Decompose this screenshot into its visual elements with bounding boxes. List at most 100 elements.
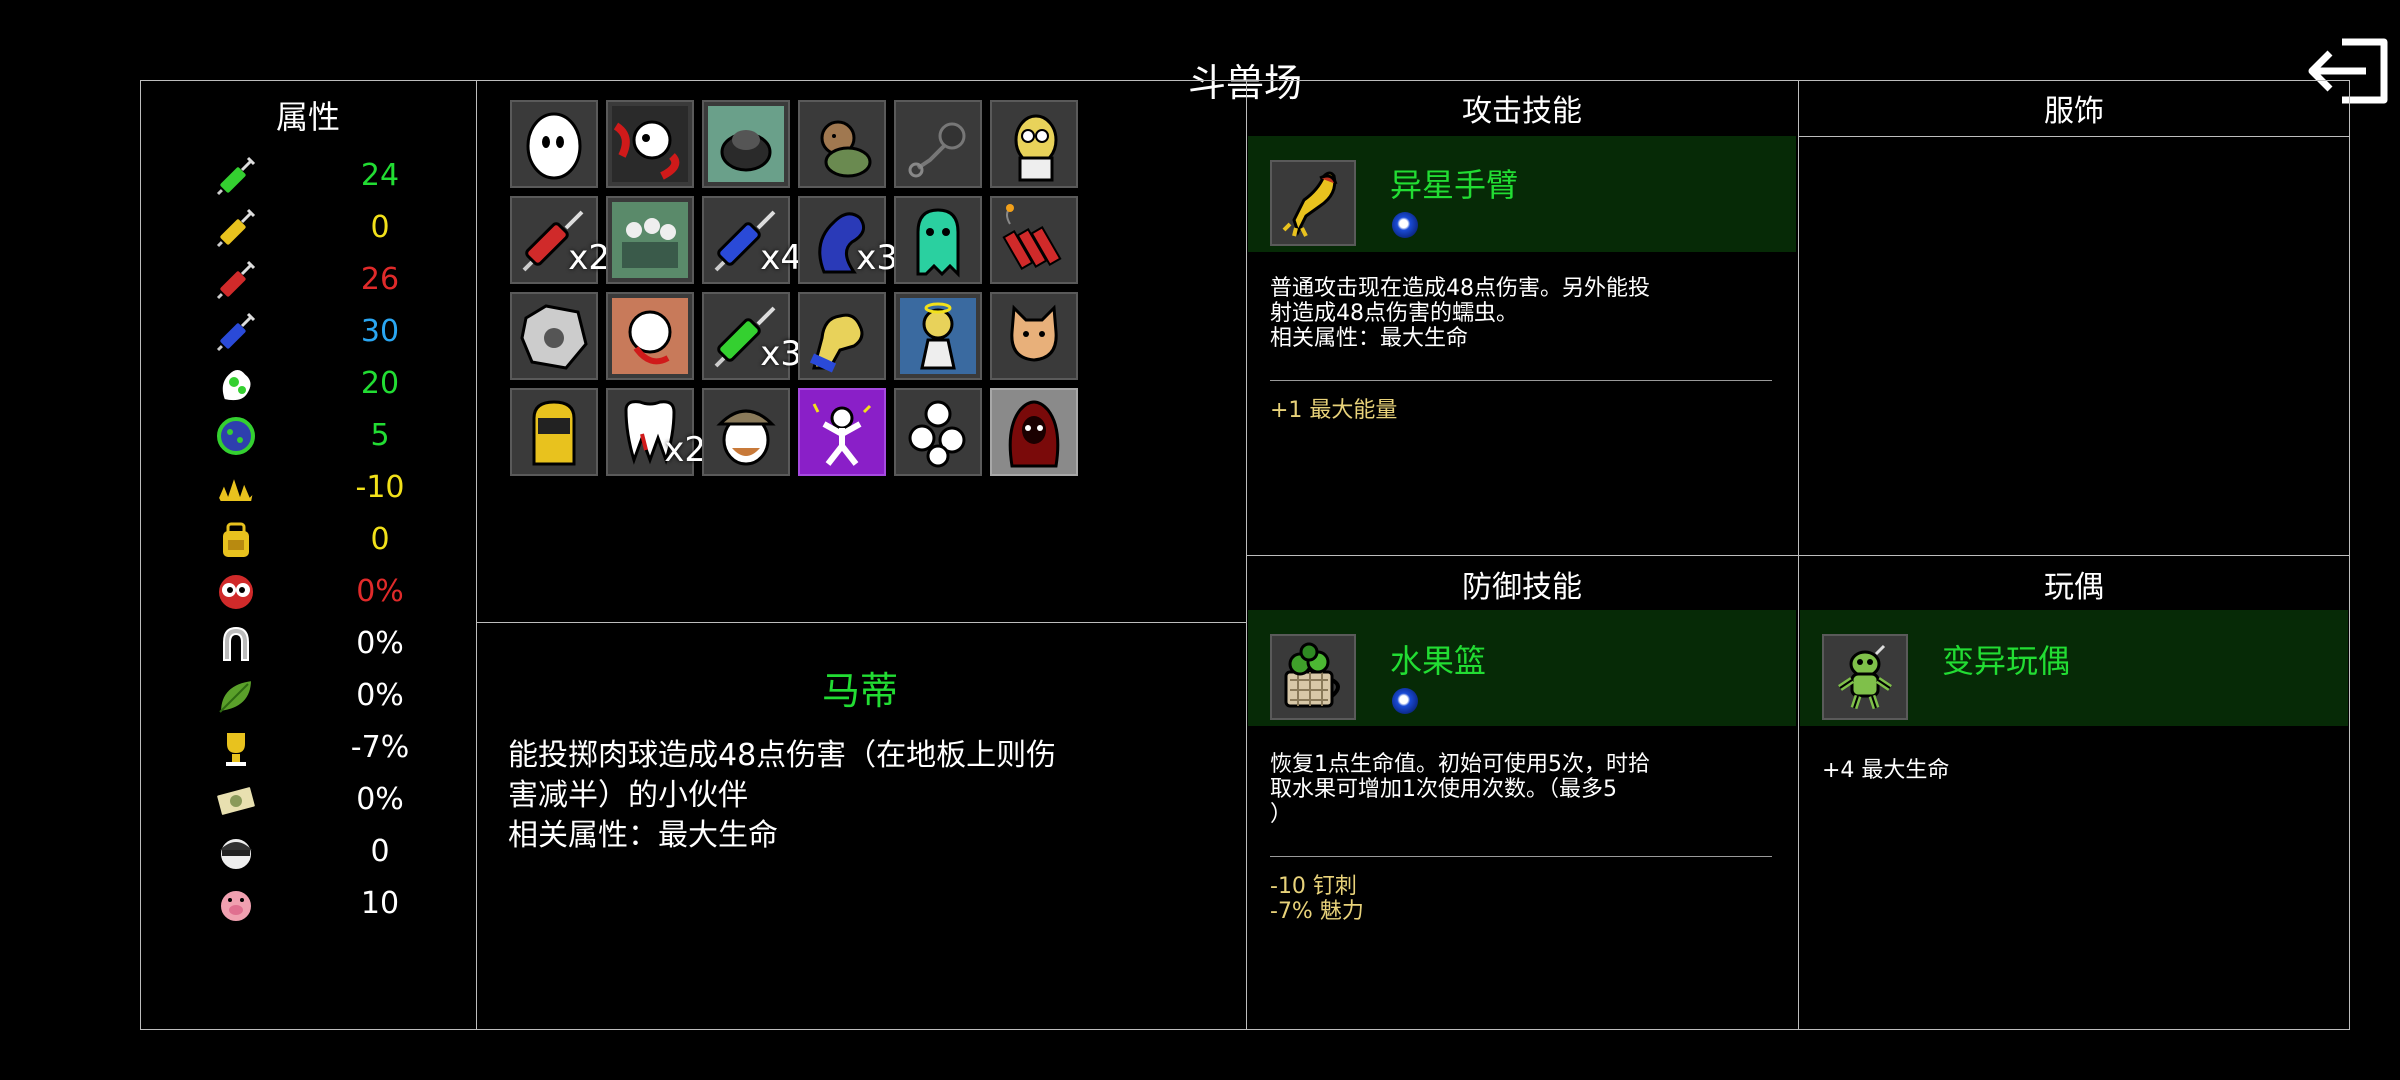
item-slot[interactable] xyxy=(990,100,1078,188)
stat-row: 0% xyxy=(200,566,470,618)
item-slot[interactable]: x3 xyxy=(702,292,802,380)
dynamite-icon xyxy=(1002,204,1062,270)
item-slot[interactable] xyxy=(894,196,982,284)
doll-name: 变异玩偶 xyxy=(1942,642,2071,680)
defense-skill-title: 防御技能 xyxy=(1462,570,1582,605)
cat-icon xyxy=(1010,304,1058,362)
item-slot[interactable] xyxy=(990,388,1078,476)
item-slot[interactable] xyxy=(702,388,790,476)
muscle-arm-icon xyxy=(809,313,864,373)
welder-mask-icon xyxy=(532,400,576,466)
attack-skill-bonus: +1 最大能量 xyxy=(1270,398,1398,423)
doll-title: 玩偶 xyxy=(2044,570,2104,605)
angel-icon xyxy=(900,298,976,374)
outfit-slot[interactable] xyxy=(1800,140,2348,552)
stat-row: 26 xyxy=(200,254,470,306)
bloody-skull-icon xyxy=(612,106,688,182)
skulls-pile-icon xyxy=(908,400,966,468)
item-slot[interactable] xyxy=(990,196,1078,284)
description-line: 害减半）的小伙伴 xyxy=(508,778,748,813)
item-slot[interactable]: x3 xyxy=(798,196,898,284)
defense-skill-bonus: -7% 魅力 xyxy=(1270,899,1364,924)
green-syringe-icon xyxy=(216,156,256,196)
item-slot[interactable] xyxy=(510,100,598,188)
item-slot[interactable] xyxy=(606,292,694,380)
stat-row: 0% xyxy=(200,774,470,826)
energy-orb-icon xyxy=(1392,212,1418,238)
stat-value: 0 xyxy=(370,834,390,869)
stats-title: 属性 xyxy=(275,98,340,136)
defense-skill-description: 恢复1点生命值。初始可使用5次，时拾 取水果可增加1次使用次数。（最多5 ） xyxy=(1270,752,1770,827)
stat-row: 0 xyxy=(200,514,470,566)
item-slot[interactable] xyxy=(894,100,982,188)
description-line: 能投掷肉球造成48点伤害（在地板上则伤 xyxy=(508,738,1057,773)
item-count: x3 xyxy=(760,334,802,374)
rat-pot-icon xyxy=(708,106,784,182)
defense-skill-bonuses: -10 钉刺 -7% 魅力 xyxy=(1270,874,1364,924)
stat-row: 0 xyxy=(200,202,470,254)
stat-row: 30 xyxy=(200,306,470,358)
money-icon xyxy=(215,785,257,817)
dancer-icon xyxy=(812,403,872,466)
stat-value: 0% xyxy=(356,678,404,713)
divider xyxy=(476,622,1246,623)
stone-icon xyxy=(520,304,588,370)
crowd-icon xyxy=(612,202,688,278)
egg-ghost-icon xyxy=(526,112,582,180)
item-slot[interactable] xyxy=(510,292,598,380)
stat-value: -10 xyxy=(355,470,405,505)
stat-value: 30 xyxy=(360,314,400,349)
defense-skill-bonus: -10 钉刺 xyxy=(1270,874,1357,899)
yellow-syringe-icon xyxy=(216,208,256,248)
item-slot[interactable] xyxy=(606,196,694,284)
description-line: 相关属性：最大生命 xyxy=(508,818,778,853)
pig-icon xyxy=(219,889,253,923)
item-slot[interactable]: x2 xyxy=(606,388,706,476)
energy-orb-icon xyxy=(1392,688,1418,714)
stat-row: 0% xyxy=(200,618,470,670)
attack-skill-title: 攻击技能 xyxy=(1462,94,1582,129)
item-slot[interactable] xyxy=(702,100,790,188)
stat-value: 5 xyxy=(370,418,390,453)
description-line: 射造成48点伤害的蠕虫。 xyxy=(1270,301,1518,326)
stat-value: 10 xyxy=(360,886,400,921)
thief-icon xyxy=(219,837,253,871)
item-slot[interactable] xyxy=(798,388,886,476)
green-orb-icon xyxy=(217,417,255,455)
stat-value: -7% xyxy=(350,730,410,765)
chain-mace-icon xyxy=(908,122,966,178)
description-line: ） xyxy=(1270,802,1293,827)
item-slot[interactable] xyxy=(990,292,1078,380)
description-line: 普通攻击现在造成48点伤害。另外能投 xyxy=(1270,276,1650,301)
item-count: x2 xyxy=(568,238,610,278)
item-slot[interactable]: x4 xyxy=(702,196,802,284)
item-count: x3 xyxy=(856,238,898,278)
bloody-creature-icon xyxy=(612,298,688,374)
scientist-icon xyxy=(1014,114,1058,182)
outfit-title: 服饰 xyxy=(2044,94,2104,129)
description-line: 相关属性：最大生命 xyxy=(1270,326,1469,351)
doll-bonus: +4 最大生命 xyxy=(1822,758,1950,783)
item-slot[interactable] xyxy=(894,292,982,380)
horseshoe-icon xyxy=(223,626,249,661)
separator xyxy=(1270,380,1772,381)
attack-skill-name: 异星手臂 xyxy=(1390,166,1519,204)
item-slot[interactable] xyxy=(798,292,886,380)
stat-value: 0% xyxy=(356,782,404,817)
alien-arm-icon xyxy=(1270,160,1356,246)
stat-value: 0 xyxy=(370,522,390,557)
backpack-icon xyxy=(221,522,251,559)
mutant-doll-icon xyxy=(1822,634,1908,720)
item-slot[interactable] xyxy=(510,388,598,476)
item-slot[interactable] xyxy=(798,100,886,188)
red-syringe-icon xyxy=(216,260,256,300)
item-slot[interactable]: x2 xyxy=(510,196,610,284)
companion-name: 马蒂 xyxy=(821,669,898,713)
trophy-icon xyxy=(225,731,247,766)
red-hood-icon xyxy=(1008,400,1060,468)
spikes-icon xyxy=(216,472,256,503)
stat-row: 10 xyxy=(200,878,470,930)
item-slot[interactable] xyxy=(606,100,694,188)
item-slot[interactable] xyxy=(894,388,982,476)
stat-value: 20 xyxy=(360,366,400,401)
